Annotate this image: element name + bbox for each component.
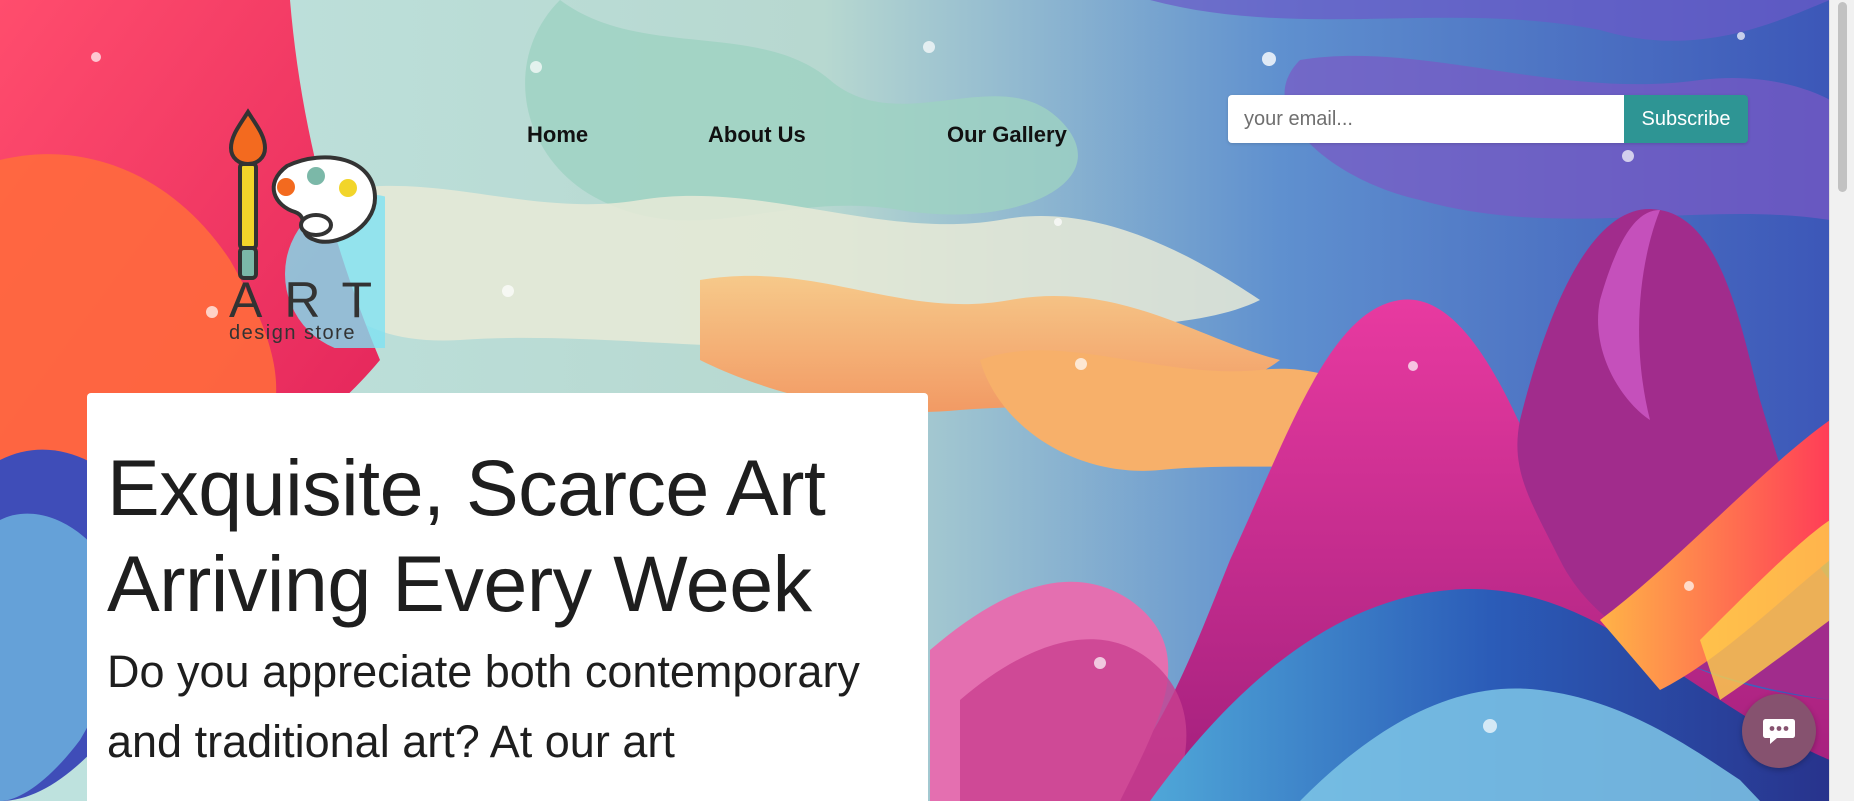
page-scrollbar[interactable] [1829, 0, 1854, 801]
nav-link-about-us[interactable]: About Us [708, 122, 806, 148]
chat-button[interactable] [1742, 694, 1816, 768]
nav-link-home[interactable]: Home [527, 122, 588, 148]
nav-link-our-gallery[interactable]: Our Gallery [947, 122, 1067, 148]
site-logo[interactable]: ART design store [215, 108, 445, 354]
hero-body-text: Do you appreciate both contemporary and … [107, 646, 860, 767]
logo-text: ART design store [229, 272, 385, 344]
logo-brand: ART [229, 272, 385, 328]
hero-heading: Exquisite, Scarce Art Arriving Every Wee… [107, 443, 826, 628]
chat-bubble-icon [1763, 719, 1795, 744]
subscribe-button[interactable]: Subscribe [1624, 95, 1748, 143]
hero-content-card: Exquisite, Scarce Art Arriving Every Wee… [87, 393, 928, 801]
scrollbar-thumb[interactable] [1838, 2, 1847, 192]
newsletter-form: Subscribe [1228, 95, 1748, 143]
logo-tagline: design store [229, 322, 356, 344]
hero-section: ART design store Home About Us Our Galle… [0, 0, 1830, 801]
email-input[interactable] [1228, 95, 1624, 143]
